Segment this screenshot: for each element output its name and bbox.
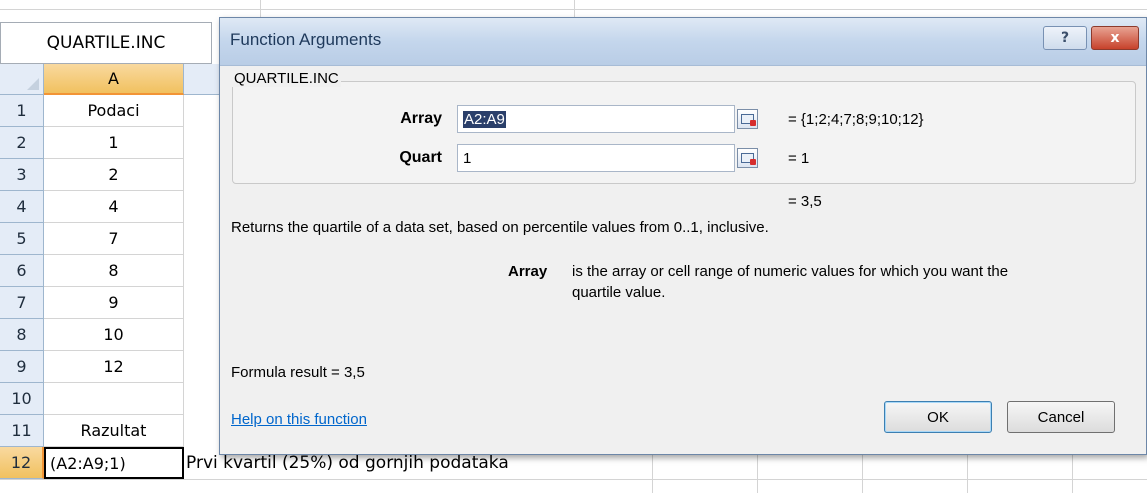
- function-arguments-dialog: Function Arguments ? x QUARTILE.INC Arra…: [219, 17, 1147, 455]
- row-header[interactable]: 11: [0, 415, 44, 447]
- row-header[interactable]: 1: [0, 95, 44, 127]
- arg-help-text: is the array or cell range of numeric va…: [572, 263, 1009, 280]
- cell-a6[interactable]: 8: [44, 255, 184, 287]
- quart-label: Quart: [399, 149, 442, 166]
- cell-a7[interactable]: 9: [44, 287, 184, 319]
- ok-button[interactable]: OK: [884, 401, 992, 433]
- row-header[interactable]: 6: [0, 255, 44, 287]
- dialog-titlebar[interactable]: Function Arguments ? x: [220, 18, 1146, 66]
- cancel-button[interactable]: Cancel: [1007, 401, 1115, 433]
- array-label: Array: [400, 110, 442, 127]
- cell-a8[interactable]: 10: [44, 319, 184, 351]
- row-header[interactable]: 5: [0, 223, 44, 255]
- close-icon: x: [1110, 30, 1120, 46]
- row-header[interactable]: 2: [0, 127, 44, 159]
- cell-a5[interactable]: 7: [44, 223, 184, 255]
- cell-a4[interactable]: 4: [44, 191, 184, 223]
- quart-input[interactable]: 1: [457, 144, 735, 172]
- array-input[interactable]: A2:A9: [457, 105, 735, 133]
- cell-a10[interactable]: [44, 383, 184, 415]
- cell-a2[interactable]: 1: [44, 127, 184, 159]
- quart-evaluated-value: = 1: [788, 150, 810, 167]
- quart-value: 1: [463, 149, 472, 167]
- help-on-function-link[interactable]: Help on this function: [231, 411, 367, 428]
- row-header[interactable]: 9: [0, 351, 44, 383]
- grid-line: [862, 455, 863, 493]
- question-icon: ?: [1060, 30, 1070, 46]
- grid-line: [757, 455, 758, 493]
- function-name-label: QUARTILE.INC: [232, 70, 341, 87]
- row-header[interactable]: 3: [0, 159, 44, 191]
- cell-a3[interactable]: 2: [44, 159, 184, 191]
- cell-a9[interactable]: 12: [44, 351, 184, 383]
- help-button[interactable]: ?: [1043, 26, 1087, 50]
- row-header[interactable]: 7: [0, 287, 44, 319]
- row-header[interactable]: 10: [0, 383, 44, 415]
- grid-line: [652, 455, 653, 493]
- dialog-title: Function Arguments: [230, 30, 382, 49]
- name-box[interactable]: QUARTILE.INC: [0, 22, 212, 64]
- grid-line: [0, 479, 1147, 480]
- grid-line: [574, 0, 575, 17]
- row-header-active[interactable]: 12: [0, 447, 44, 479]
- formula-result: Formula result = 3,5: [231, 364, 365, 381]
- grid-line: [1072, 455, 1073, 493]
- range-select-icon: [741, 153, 756, 165]
- range-select-icon: [741, 114, 756, 126]
- arg-help-text-cont: quartile value.: [572, 284, 666, 301]
- array-evaluated-value: = {1;2;4;7;8;9;10;12}: [788, 111, 924, 128]
- array-value: A2:A9: [463, 110, 506, 128]
- column-header-a[interactable]: A: [44, 64, 184, 95]
- active-cell-a12[interactable]: (A2:A9;1): [44, 447, 184, 479]
- quart-collapse-button[interactable]: [737, 148, 758, 168]
- select-all-corner[interactable]: [0, 64, 44, 95]
- select-all-icon: [27, 78, 39, 90]
- cell-a1[interactable]: Podaci: [44, 95, 184, 127]
- row-header[interactable]: 4: [0, 191, 44, 223]
- grid-line: [260, 0, 261, 17]
- array-collapse-button[interactable]: [737, 109, 758, 129]
- function-description: Returns the quartile of a data set, base…: [231, 219, 769, 236]
- function-result: = 3,5: [788, 193, 822, 210]
- cell-a11[interactable]: Razultat: [44, 415, 184, 447]
- column-header-b[interactable]: [184, 64, 224, 95]
- close-button[interactable]: x: [1091, 26, 1139, 50]
- row-header[interactable]: 8: [0, 319, 44, 351]
- grid-line: [967, 455, 968, 493]
- arg-help-name: Array: [508, 263, 548, 280]
